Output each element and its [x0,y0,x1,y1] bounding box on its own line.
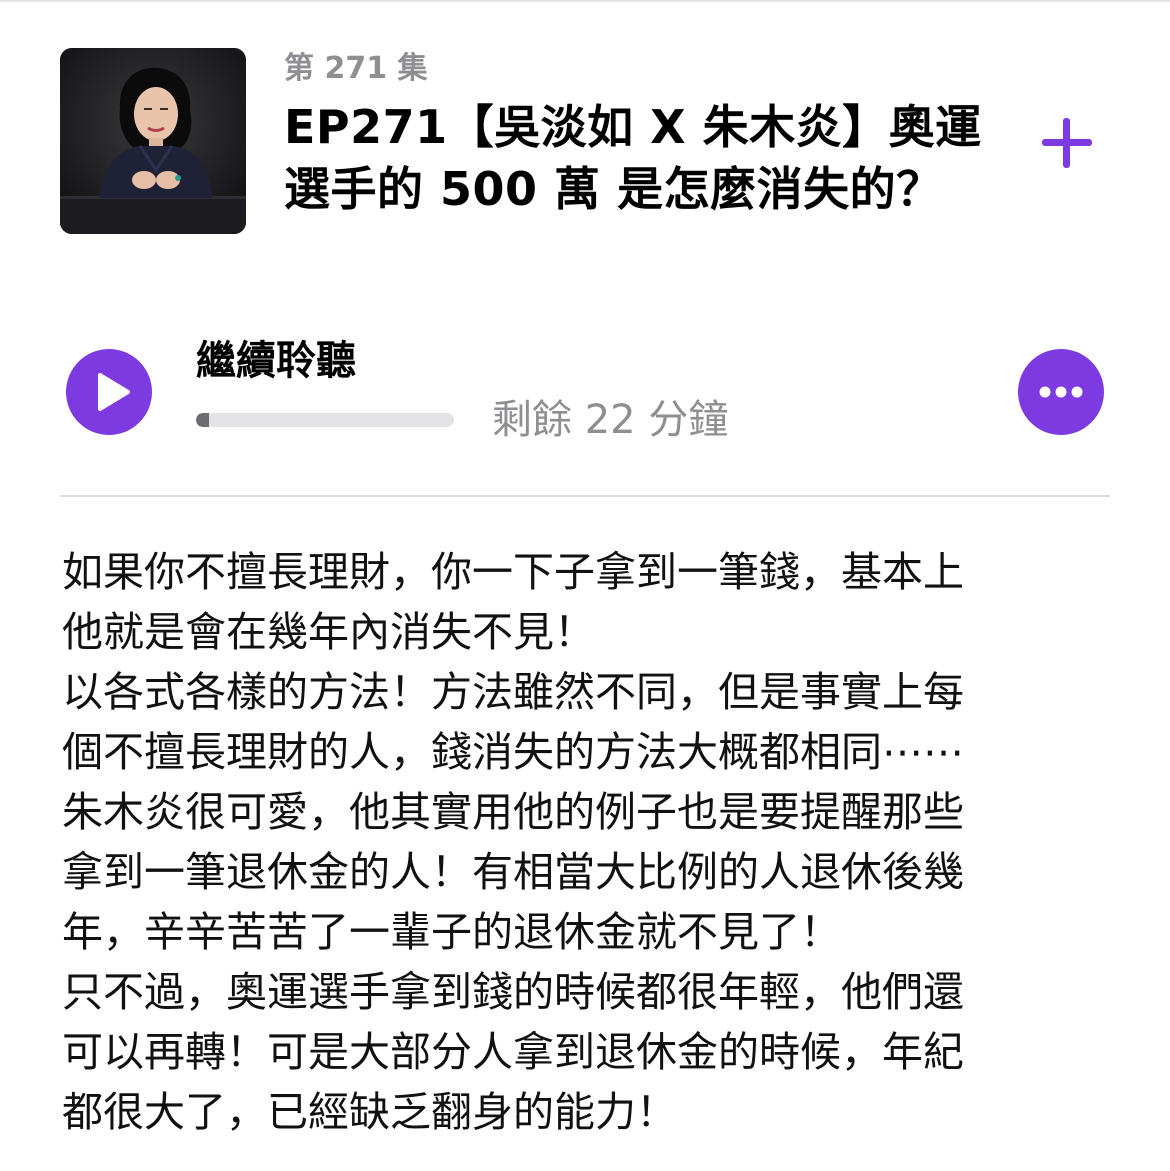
podcast-cover-portrait-icon [60,48,246,234]
episode-description: 如果你不擅長理財，你一下子拿到一筆錢，基本上 他就是會在幾年內消失不見！ 以各式… [62,542,1082,1142]
description-line: 都很大了，已經缺乏翻身的能力！ [62,1088,677,1136]
description-line: 拿到一筆退休金的人！有相當大比例的人退休後幾 [62,848,964,896]
description-line: 如果你不擅長理財，你一下子拿到一筆錢，基本上 [62,548,964,596]
description-line: 以各式各樣的方法！方法雖然不同，但是事實上每 [62,668,964,716]
playback-progress-fill [196,413,209,427]
description-line: 只不過，奧運選手拿到錢的時候都很年輕，他們還 [62,968,964,1016]
description-line: 朱木炎很可愛，他其實用他的例子也是要提醒那些 [62,788,964,836]
plus-icon [1042,118,1092,168]
description-line: 個不擅長理財的人，錢消失的方法大概都相同⋯⋯ [62,728,964,776]
time-remaining: 剩餘 22 分鐘 [492,397,729,443]
more-options-button[interactable] [1018,349,1104,435]
episode-artwork [60,48,246,234]
play-icon [98,373,130,411]
playback-progress-bar[interactable] [196,413,454,427]
continue-listening-label: 繼續聆聽 [196,338,356,384]
play-button[interactable] [66,349,152,435]
add-to-library-button[interactable] [1034,110,1100,176]
ellipsis-icon [1039,386,1083,398]
episode-number: 第 271 集 [284,51,428,86]
description-line: 可以再轉！可是大部分人拿到退休金的時候，年紀 [62,1028,964,1076]
episode-title: EP271【吳淡如 X 朱木炎】奧運選手的 500 萬 是怎麼消失的？ [284,100,982,216]
section-divider [60,495,1110,497]
description-line: 年，辛辛苦苦了一輩子的退休金就不見了！ [62,908,841,956]
top-hairline [0,0,1170,2]
description-line: 他就是會在幾年內消失不見！ [62,608,595,656]
